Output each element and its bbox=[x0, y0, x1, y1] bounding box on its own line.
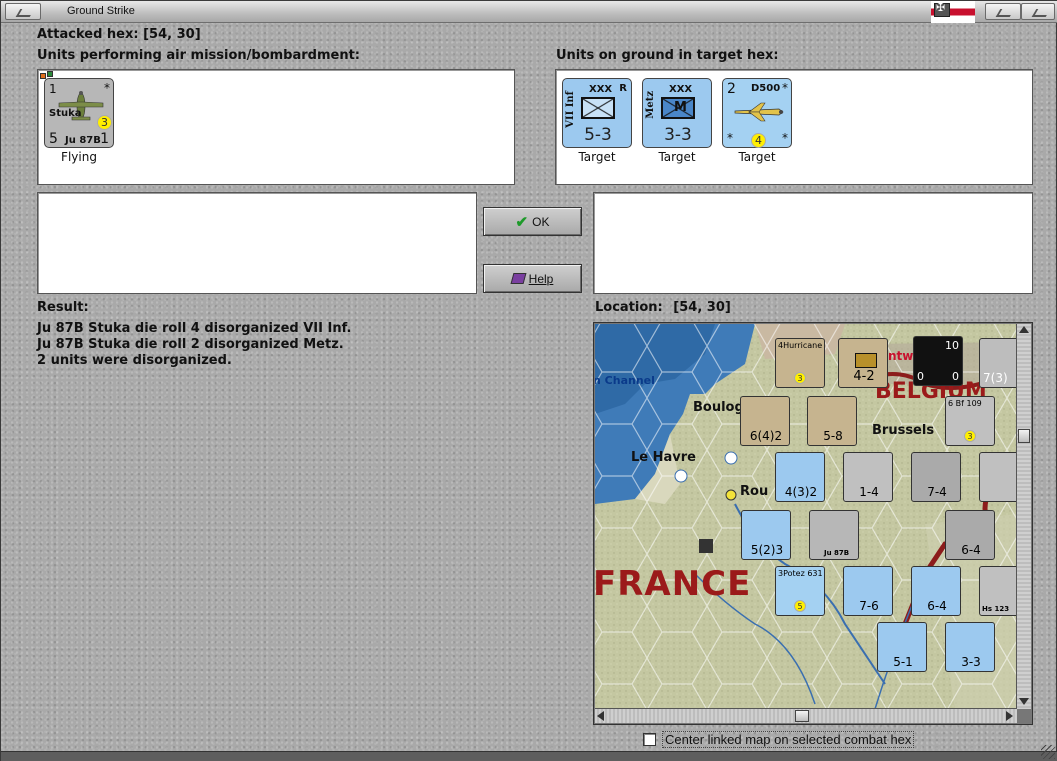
ok-button[interactable]: ✔ OK bbox=[483, 207, 582, 236]
infantry-symbol-icon bbox=[581, 97, 615, 119]
map-counter-gray-7[interactable]: 7(3) bbox=[979, 338, 1017, 388]
vii-inf-counter[interactable]: VII Inf XXX R 5-3 bbox=[562, 78, 632, 148]
air-units-panel: 1 * Stuka 3 5 Ju 87B 1 Flying bbox=[37, 69, 515, 185]
bottom-strip bbox=[1, 751, 1057, 761]
map-counter-potez[interactable]: 3Potez 631 5 bbox=[775, 566, 825, 616]
ground-strike-window: Ground Strike Attacked hex: [54, 30] Uni… bbox=[0, 0, 1057, 761]
help-book-icon bbox=[510, 273, 527, 284]
map-label-france: FRANCE bbox=[595, 564, 752, 604]
center-map-option[interactable]: Center linked map on selected combat hex bbox=[643, 731, 915, 748]
map-frame: n Channel Boulog Le Havre Rou Brussels B… bbox=[593, 322, 1033, 725]
ground-unit-slot[interactable]: Metz XXX M 3-3 Target bbox=[636, 78, 716, 168]
stuka-name: Stuka bbox=[49, 108, 82, 119]
result-line: Ju 87B Stuka die roll 4 disorganized VII… bbox=[37, 321, 352, 336]
map-counter-billotte[interactable]: 5(2)3 bbox=[741, 510, 791, 560]
stuka-status: Flying bbox=[61, 150, 97, 164]
map-counter-x-inf[interactable]: 7-4 bbox=[911, 452, 961, 502]
map-counter-i-inf[interactable]: 1-4 bbox=[843, 452, 893, 502]
map-counter-vii-inf[interactable]: 3-3 bbox=[945, 622, 995, 672]
defender-detail-panel bbox=[593, 192, 1033, 294]
map-counter-xvi-inf[interactable]: 6-4 bbox=[945, 510, 995, 560]
close-button[interactable] bbox=[1021, 3, 1055, 20]
map-counter-ju87[interactable]: Ju 87B bbox=[809, 510, 859, 560]
minimize-button[interactable] bbox=[985, 3, 1021, 20]
map-counter-bf109[interactable]: 6 Bf 109 3 bbox=[945, 396, 995, 446]
title-bar: Ground Strike bbox=[1, 1, 1057, 23]
air-unit-slot[interactable]: 1 * Stuka 3 5 Ju 87B 1 Flying bbox=[38, 71, 118, 168]
vertical-scroll-thumb[interactable] bbox=[1018, 429, 1030, 443]
scroll-left-icon[interactable] bbox=[597, 711, 604, 721]
map-label-antwerp: ntw bbox=[888, 349, 914, 363]
checkmark-icon: ✔ bbox=[515, 213, 529, 231]
d500-badge: 4 bbox=[751, 133, 766, 148]
map-counter-hs123[interactable]: Hs 123 bbox=[979, 566, 1017, 616]
map-counter-alexander[interactable]: 6(4)2 bbox=[740, 396, 790, 446]
map-counter-dark[interactable]: 10 0 0 bbox=[913, 336, 963, 386]
location-label: Location: bbox=[595, 300, 663, 315]
result-text: Ju 87B Stuka die roll 4 disorganized VII… bbox=[37, 321, 351, 369]
ground-units-heading: Units on ground in target hex: bbox=[556, 48, 779, 63]
attacker-detail-panel bbox=[37, 192, 477, 294]
map-view[interactable]: n Channel Boulog Le Havre Rou Brussels B… bbox=[595, 324, 1017, 709]
d500-plane-icon bbox=[734, 102, 784, 122]
scroll-down-icon[interactable] bbox=[1019, 698, 1029, 705]
map-label-rouen: Rou bbox=[740, 484, 769, 499]
status-marker-icon bbox=[47, 71, 53, 77]
metz-status: Target bbox=[658, 150, 696, 164]
stuka-counter[interactable]: 1 * Stuka 3 5 Ju 87B 1 bbox=[44, 78, 114, 148]
map-counter-chevalier[interactable]: 7-6 bbox=[843, 566, 893, 616]
map-label-brussels: Brussels bbox=[872, 423, 935, 438]
map-counter-xii-arm[interactable] bbox=[979, 452, 1017, 502]
map-counter-hurricane[interactable]: 4Hurricane 3 bbox=[775, 338, 825, 388]
mountain-symbol-icon: M bbox=[661, 97, 695, 119]
attacked-hex-value: [54, 30] bbox=[143, 27, 201, 42]
map-counter-xiv-inf[interactable]: 5-1 bbox=[877, 622, 927, 672]
d500-status: Target bbox=[738, 150, 776, 164]
metz-counter[interactable]: Metz XXX M 3-3 bbox=[642, 78, 712, 148]
air-units-heading: Units performing air mission/bombardment… bbox=[37, 48, 361, 63]
map-label-le-havre: Le Havre bbox=[631, 450, 696, 465]
result-label: Result: bbox=[37, 300, 89, 315]
stuka-badge: 3 bbox=[97, 115, 112, 130]
german-flag-icon bbox=[931, 1, 975, 23]
map-counter-gambier[interactable]: 5-8 bbox=[807, 396, 857, 446]
system-menu-icon[interactable] bbox=[5, 3, 41, 20]
center-map-checkbox[interactable] bbox=[643, 733, 656, 746]
scroll-up-icon[interactable] bbox=[1019, 326, 1029, 333]
result-line: Ju 87B Stuka die roll 2 disorganized Met… bbox=[37, 337, 344, 352]
help-button[interactable]: Help bbox=[483, 264, 582, 293]
scroll-right-icon[interactable] bbox=[1006, 711, 1013, 721]
result-line: 2 units were disorganized. bbox=[37, 353, 232, 368]
map-counter-manchester[interactable]: 4-2 bbox=[838, 338, 888, 388]
map-label-boulogne: Boulog bbox=[693, 400, 744, 415]
map-counter-v-inf[interactable]: 6-4 bbox=[911, 566, 961, 616]
location-row: Location: [54, 30] bbox=[595, 300, 731, 315]
ground-unit-slot[interactable]: 2 D500 * * 4 * Target bbox=[716, 78, 796, 168]
map-counter-georges[interactable]: 4(3)2 bbox=[775, 452, 825, 502]
attacked-hex-label: Attacked hex: bbox=[37, 27, 139, 42]
map-vertical-scrollbar[interactable] bbox=[1016, 324, 1031, 709]
ground-units-panel: VII Inf XXX R 5-3 Target Metz XXX M 3-3 … bbox=[555, 69, 1033, 185]
window-title: Ground Strike bbox=[67, 5, 135, 17]
vii-inf-status: Target bbox=[578, 150, 616, 164]
attacked-hex-row: Attacked hex: [54, 30] bbox=[37, 27, 201, 42]
mountain-symbol-icon bbox=[855, 353, 877, 368]
ground-unit-slot[interactable]: VII Inf XXX R 5-3 Target bbox=[556, 78, 636, 168]
center-map-label[interactable]: Center linked map on selected combat hex bbox=[662, 731, 915, 748]
horizontal-scroll-thumb[interactable] bbox=[795, 710, 809, 722]
resize-grip-icon[interactable] bbox=[1041, 745, 1055, 759]
map-label-channel: n Channel bbox=[595, 374, 655, 387]
location-value: [54, 30] bbox=[673, 300, 731, 315]
map-horizontal-scrollbar[interactable] bbox=[595, 708, 1017, 723]
d500-counter[interactable]: 2 D500 * * 4 * bbox=[722, 78, 792, 148]
